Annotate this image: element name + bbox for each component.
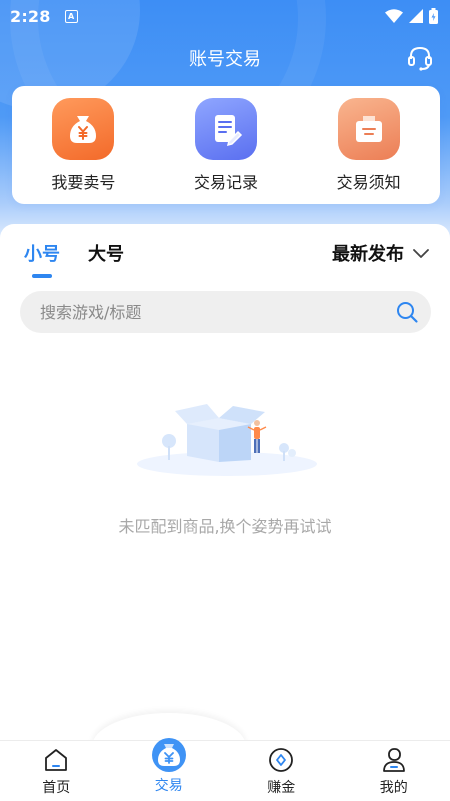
main-panel: 小号 大号 最新发布 未匹配到商品,换个姿势再试试 (0, 224, 450, 740)
tab-big-account[interactable]: 大号 (88, 240, 124, 266)
nav-item-trade[interactable]: 交易 (129, 738, 209, 795)
home-icon (45, 749, 68, 771)
nav-label: 我的 (379, 780, 408, 796)
headset-icon (408, 46, 432, 71)
document-edit-icon (214, 115, 243, 147)
quick-label: 交易记录 (193, 173, 258, 192)
nav-icon-wrap (151, 737, 187, 773)
quick-label: 我要卖号 (51, 173, 116, 192)
nav-label: 赚金 (267, 780, 296, 796)
nav-icon-wrap (381, 747, 407, 773)
app-header: 账号交易 (0, 40, 450, 76)
user-icon (382, 748, 405, 772)
nav-label: 首页 (42, 780, 71, 796)
quick-label: 交易须知 (336, 173, 401, 192)
page-title: 账号交易 (189, 49, 261, 70)
status-bar: 2:28 A (0, 0, 450, 32)
account-tabs: 小号 大号 (24, 240, 124, 278)
quick-icon-wrap (194, 98, 257, 160)
nav-icon-wrap (43, 747, 69, 773)
notification-badge-icon: A (64, 9, 78, 23)
nav-label: 交易 (154, 778, 183, 794)
search-input[interactable] (40, 302, 395, 322)
sort-dropdown[interactable]: 最新发布 (332, 240, 430, 266)
search-bar (20, 291, 431, 333)
quick-actions-card: 我要卖号 交易记录 交易须知 (12, 86, 440, 204)
customer-service-button[interactable] (406, 44, 434, 72)
wifi-icon (385, 9, 403, 23)
empty-box-illustration (137, 404, 317, 476)
nav-icon-wrap (268, 747, 294, 773)
empty-state-text: 未匹配到商品,换个姿势再试试 (118, 517, 332, 536)
nav-item-earn[interactable]: 赚金 (241, 741, 321, 797)
search-icon[interactable] (395, 300, 419, 324)
sort-selected-label: 最新发布 (332, 244, 404, 265)
quick-icon-wrap (337, 98, 400, 160)
sell-account-button[interactable]: 我要卖号 (23, 98, 143, 193)
nav-item-home[interactable]: 首页 (16, 741, 96, 797)
trade-notice-button[interactable]: 交易须知 (309, 98, 429, 193)
battery-icon (429, 8, 438, 24)
status-time: 2:28 (10, 6, 51, 26)
nav-item-mine[interactable]: 我的 (354, 741, 434, 797)
signal-icon (409, 9, 423, 23)
coin-icon (269, 748, 294, 772)
notice-box-icon (355, 116, 382, 142)
status-indicators (385, 8, 438, 24)
trade-records-button[interactable]: 交易记录 (166, 98, 286, 193)
quick-icon-wrap (52, 98, 115, 160)
chevron-down-icon (413, 249, 429, 258)
tab-small-account[interactable]: 小号 (24, 240, 60, 278)
yen-bag-icon (151, 738, 186, 772)
bottom-nav: 首页 交易 赚金 我的 (0, 738, 450, 801)
money-bag-icon (70, 116, 97, 143)
